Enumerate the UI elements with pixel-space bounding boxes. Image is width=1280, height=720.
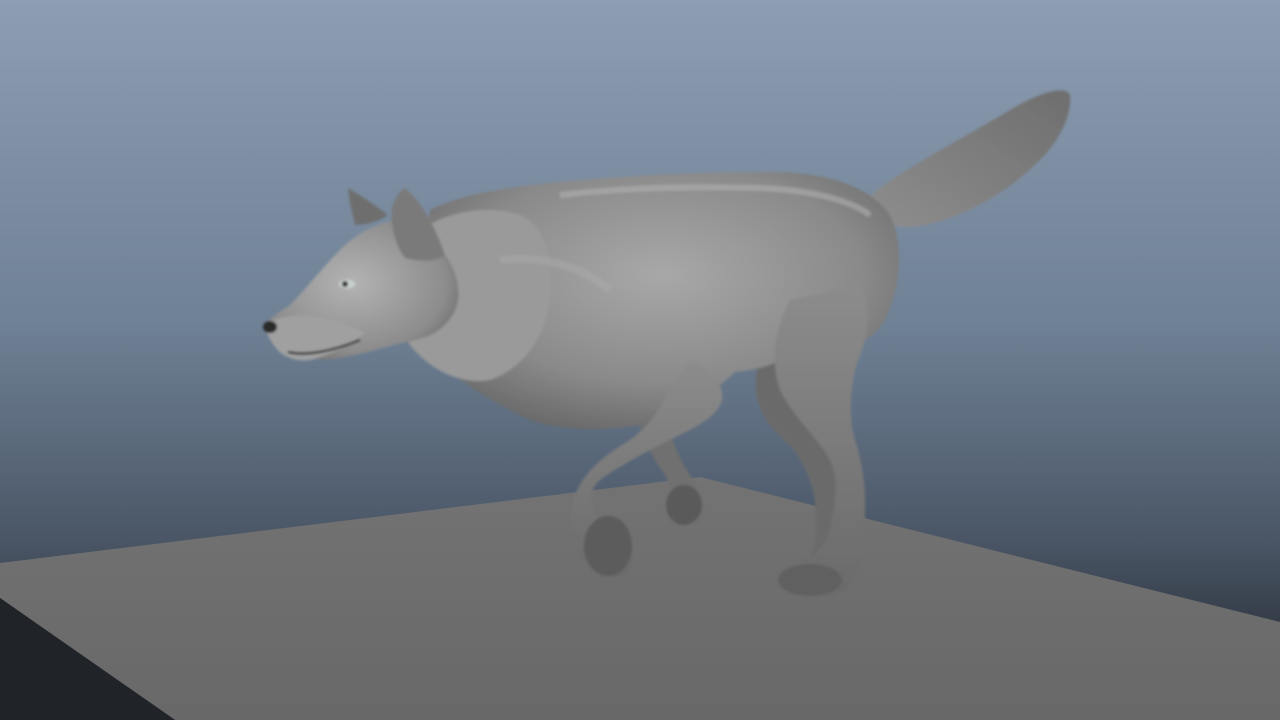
viewport-canvas[interactable] (0, 0, 1280, 720)
front-paw-near (584, 516, 632, 576)
3d-viewport[interactable] (0, 0, 1280, 720)
hind-paw-near (778, 564, 842, 596)
wolf-pupil (342, 281, 348, 287)
front-paw-far (666, 485, 702, 525)
wolf-nose (263, 321, 277, 333)
